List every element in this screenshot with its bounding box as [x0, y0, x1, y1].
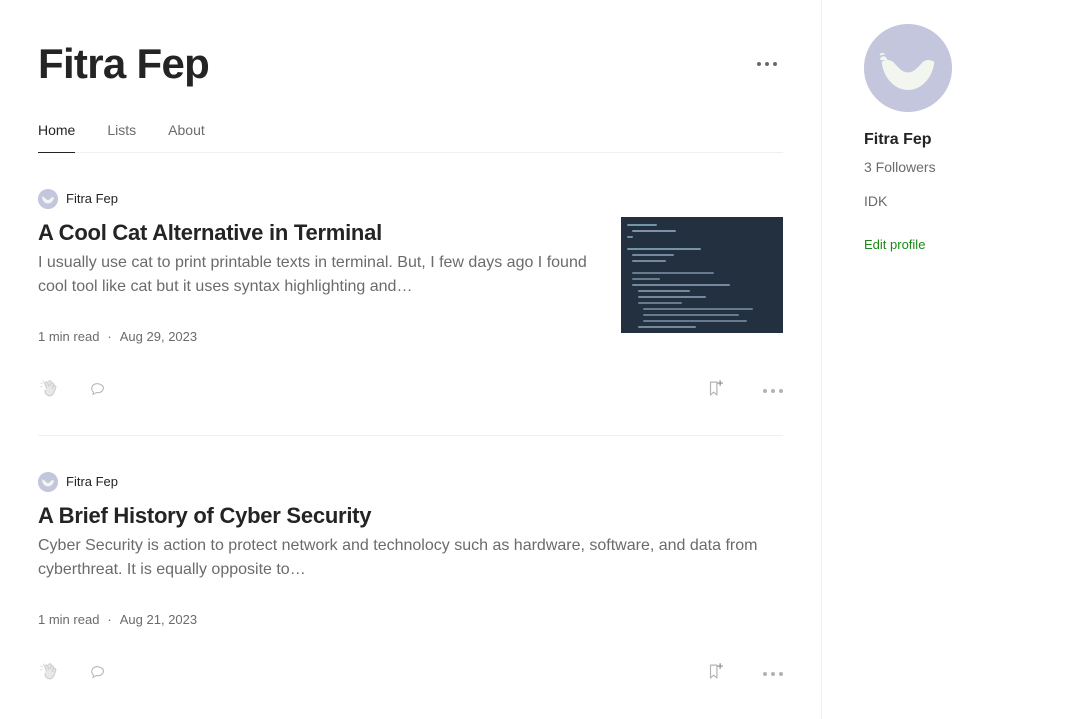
author-name: Fitra Fep [66, 474, 119, 489]
sidebar-profile-name[interactable]: Fitra Fep [864, 130, 1044, 150]
clap-icon[interactable] [38, 378, 60, 405]
dot-icon [779, 672, 783, 676]
article-byline[interactable]: Fitra Fep [38, 472, 783, 492]
article-body: A Cool Cat Alternative in Terminal I usu… [38, 209, 783, 347]
article-title[interactable]: A Cool Cat Alternative in Terminal [38, 219, 593, 247]
main-content-column: Fitra Fep Home Lists About Fitra Fep A C… [0, 0, 822, 719]
dot-icon [771, 389, 775, 393]
profile-avatar[interactable] [864, 24, 952, 112]
author-avatar [38, 472, 58, 492]
sidebar-bio: IDK [864, 193, 888, 209]
article-actions-right [705, 378, 783, 405]
read-time: 1 min read [38, 612, 100, 627]
article-text-block: A Cool Cat Alternative in Terminal I usu… [38, 209, 593, 347]
tab-lists[interactable]: Lists [107, 120, 136, 153]
article-excerpt: Cyber Security is action to protect netw… [38, 537, 758, 578]
article-more-options-button[interactable] [763, 389, 783, 393]
article-actions-left [38, 378, 108, 405]
article-actions-right [705, 661, 783, 688]
comment-icon[interactable] [88, 379, 108, 404]
dot-icon [763, 672, 767, 676]
article-byline[interactable]: Fitra Fep [38, 189, 783, 209]
article-body: A Brief History of Cyber Security Cyber … [38, 492, 783, 630]
tab-about[interactable]: About [168, 120, 205, 153]
author-name: Fitra Fep [66, 191, 119, 206]
bookmark-add-icon[interactable] [705, 661, 727, 688]
dot-icon [763, 389, 767, 393]
profile-tabs: Home Lists About [38, 120, 783, 153]
article-text-block: A Brief History of Cyber Security Cyber … [38, 492, 783, 630]
tab-home[interactable]: Home [38, 120, 76, 153]
profile-header: Fitra Fep [38, 0, 783, 90]
profile-sidebar: Fitra Fep 3 Followers IDK Edit profile [822, 0, 1068, 719]
article-meta: 1 min read · Aug 29, 2023 [38, 327, 593, 347]
clap-icon[interactable] [38, 661, 60, 688]
article-more-options-button[interactable] [763, 672, 783, 676]
publish-date: Aug 21, 2023 [119, 612, 198, 627]
dot-icon [757, 62, 761, 66]
page-root: Fitra Fep Home Lists About Fitra Fep A C… [0, 0, 1068, 719]
article-card: Fitra Fep A Brief History of Cyber Secur… [38, 435, 783, 686]
dot-icon [773, 62, 777, 66]
publish-date: Aug 29, 2023 [119, 329, 198, 344]
article-thumbnail[interactable] [621, 217, 783, 333]
sidebar-followers-count[interactable]: 3 Followers [864, 157, 1044, 177]
article-card: Fitra Fep A Cool Cat Alternative in Term… [38, 153, 783, 403]
read-time: 1 min read [38, 329, 100, 344]
article-title[interactable]: A Brief History of Cyber Security [38, 502, 783, 530]
page-title: Fitra Fep [38, 40, 210, 87]
profile-more-options-button[interactable] [751, 52, 783, 76]
meta-separator: · [107, 612, 112, 627]
article-excerpt: I usually use cat to print printable tex… [38, 254, 587, 295]
comment-icon[interactable] [88, 662, 108, 687]
dot-icon [779, 389, 783, 393]
author-avatar [38, 189, 58, 209]
article-meta: 1 min read · Aug 21, 2023 [38, 610, 783, 630]
article-actions [38, 379, 783, 403]
dot-icon [765, 62, 769, 66]
article-actions-left [38, 661, 108, 688]
bookmark-add-icon[interactable] [705, 378, 727, 405]
article-actions [38, 662, 783, 686]
edit-profile-link[interactable]: Edit profile [864, 235, 925, 255]
dot-icon [771, 672, 775, 676]
meta-separator: · [107, 329, 112, 344]
